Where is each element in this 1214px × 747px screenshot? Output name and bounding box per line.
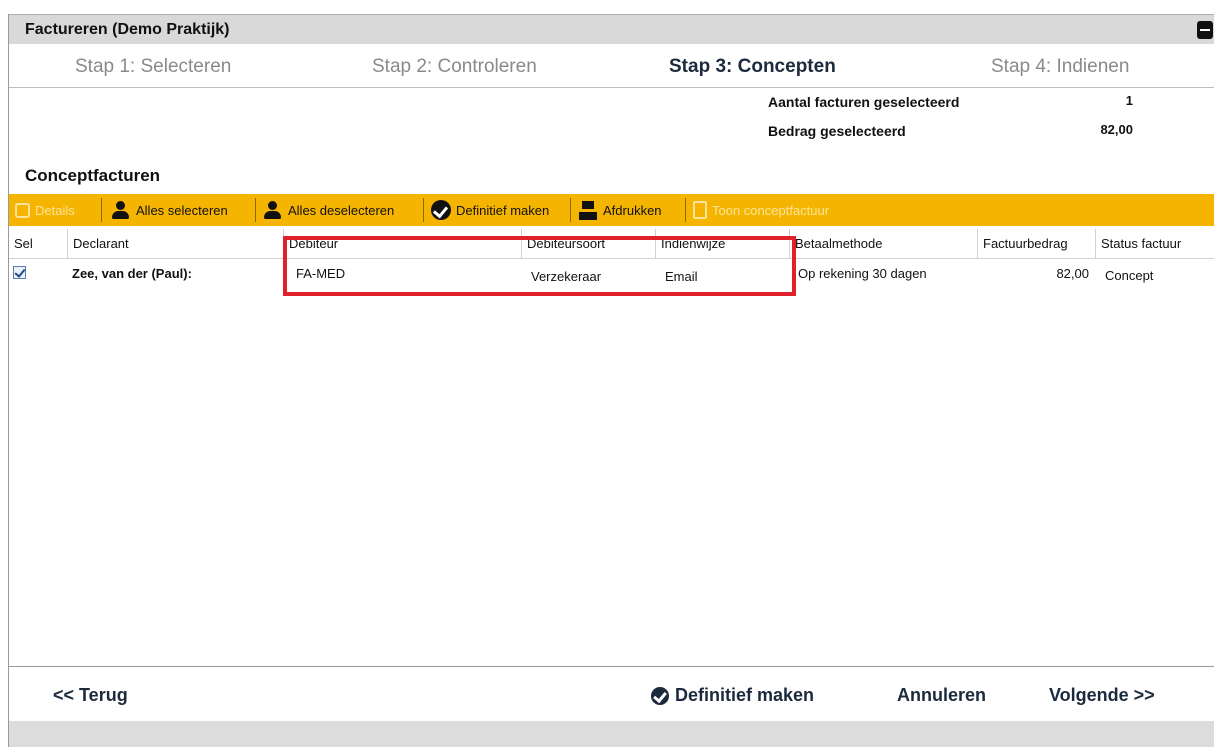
toolbar-divider [101, 198, 102, 222]
cell-factuurbedrag: 82,00 [1056, 266, 1089, 281]
back-label: << Terug [53, 685, 128, 705]
toolbar-divider [570, 198, 571, 222]
details-button[interactable]: Details [15, 194, 75, 226]
finalize-button[interactable]: Definitief maken [651, 685, 814, 706]
count-value: 1 [1125, 93, 1133, 108]
cancel-button[interactable]: Annuleren [897, 685, 986, 706]
toolbar-divider [423, 198, 424, 222]
column-factuurbedrag[interactable]: Factuurbedrag [977, 229, 1095, 259]
status-bar [9, 721, 1214, 747]
cancel-label: Annuleren [897, 685, 987, 705]
show-concept-label: Toon conceptfactuur [712, 202, 830, 218]
minimize-icon[interactable] [1197, 21, 1213, 39]
column-sel[interactable]: Sel [9, 229, 67, 259]
details-icon [15, 202, 30, 218]
amount-label: Bedrag geselecteerd [768, 123, 906, 139]
toolbar-divider [255, 198, 256, 222]
cell-betaalmethode: Op rekening 30 dagen [798, 266, 927, 281]
finalize-toolbar-label: Definitief maken [456, 202, 550, 218]
back-button[interactable]: << Terug [53, 685, 128, 706]
wizard-steps: Stap 1: Selecteren Stap 2: Controleren S… [9, 44, 1214, 88]
cell-status-factuur: Concept [1105, 268, 1154, 283]
step-4-indienen[interactable]: Stap 4: Indienen [991, 56, 1129, 78]
next-button[interactable]: Volgende >> [1049, 685, 1155, 706]
step-3-concepten[interactable]: Stap 3: Concepten [669, 56, 836, 78]
toolbar: Details Alles selecteren Alles deselecte… [9, 194, 1214, 226]
count-label: Aantal facturen geselecteerd [768, 94, 960, 110]
user-check-icon [111, 200, 131, 220]
document-icon [693, 201, 707, 219]
check-circle-icon [651, 686, 669, 705]
print-label: Afdrukken [603, 202, 662, 218]
finalize-label: Definitief maken [675, 685, 815, 705]
printer-icon [578, 200, 598, 220]
title-bar: Factureren (Demo Praktijk) [9, 14, 1214, 44]
toolbar-divider [685, 198, 686, 222]
details-label: Details [35, 202, 75, 218]
amount-value: 82,00 [1100, 122, 1133, 137]
step-1-selecteren[interactable]: Stap 1: Selecteren [75, 56, 231, 78]
column-betaalmethode[interactable]: Betaalmethode [789, 229, 977, 259]
footer-bar: << Terug Definitief maken Annuleren Volg… [9, 666, 1214, 724]
cell-declarant: Zee, van der (Paul): [72, 266, 192, 281]
invoicing-window: Factureren (Demo Praktijk) Stap 1: Selec… [8, 14, 1214, 747]
select-all-label: Alles selecteren [136, 202, 228, 218]
window-title: Factureren (Demo Praktijk) [25, 21, 230, 38]
user-remove-icon [263, 200, 283, 220]
column-status-factuur[interactable]: Status factuur [1095, 229, 1214, 259]
deselect-all-button[interactable]: Alles deselecteren [263, 194, 394, 226]
deselect-all-label: Alles deselecteren [288, 202, 395, 218]
section-title: Conceptfacturen [25, 166, 161, 185]
next-label: Volgende >> [1049, 685, 1155, 705]
select-all-button[interactable]: Alles selecteren [111, 194, 228, 226]
finalize-toolbar-button[interactable]: Definitief maken [431, 194, 549, 226]
print-button[interactable]: Afdrukken [578, 194, 662, 226]
step-2-controleren[interactable]: Stap 2: Controleren [372, 56, 537, 78]
column-declarant[interactable]: Declarant [67, 229, 283, 259]
highlight-annotation-box [283, 236, 796, 296]
show-concept-button[interactable]: Toon conceptfactuur [693, 194, 829, 226]
row-select-checkbox[interactable] [13, 266, 26, 279]
check-circle-icon [431, 200, 451, 220]
